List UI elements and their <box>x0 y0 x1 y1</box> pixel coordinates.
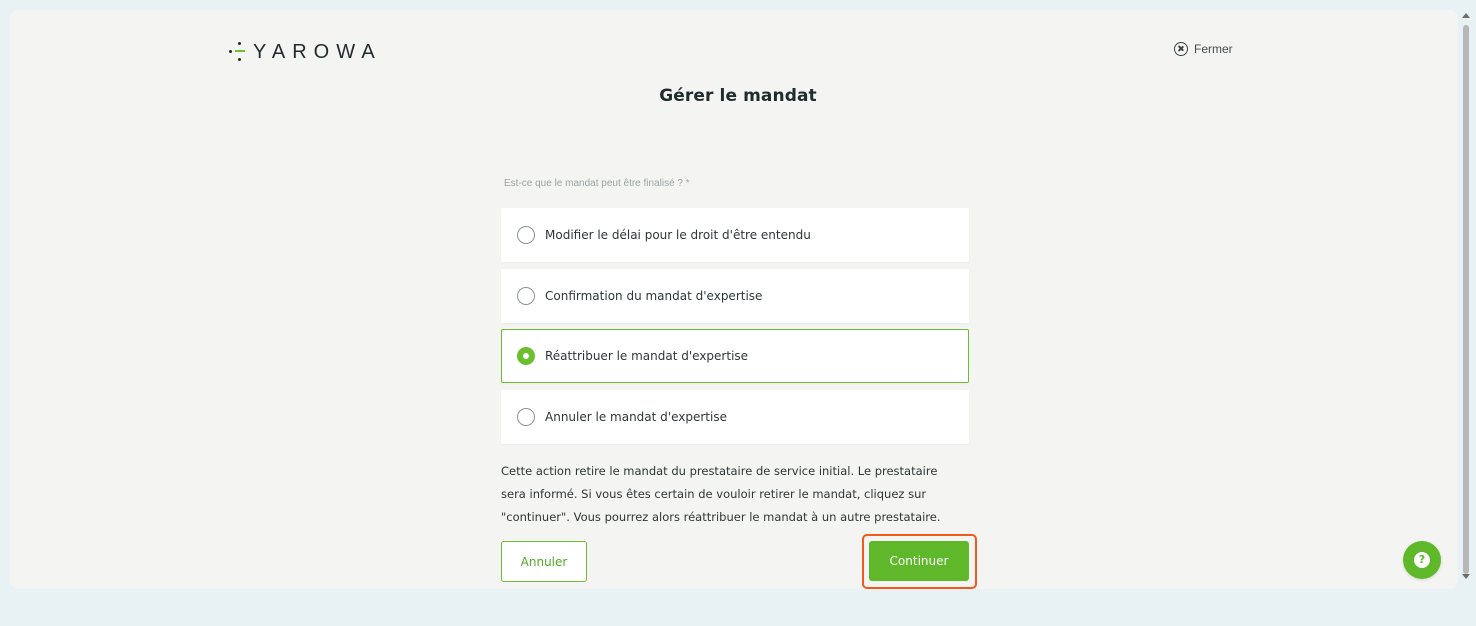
option-label: Réattribuer le mandat d'expertise <box>545 349 749 363</box>
logo-line <box>235 50 245 52</box>
option-reassign-mandate[interactable]: Réattribuer le mandat d'expertise <box>501 329 969 383</box>
yarowa-logo-icon <box>229 42 251 62</box>
option-label: Confirmation du mandat d'expertise <box>545 289 763 303</box>
help-icon: ? <box>1414 552 1430 568</box>
radio-icon[interactable] <box>517 347 535 365</box>
continue-button[interactable]: Continuer <box>869 541 969 581</box>
radio-icon[interactable] <box>517 408 535 426</box>
close-icon <box>1174 42 1188 56</box>
option-modify-deadline[interactable]: Modifier le délai pour le droit d'être e… <box>501 208 969 262</box>
option-label: Modifier le délai pour le droit d'être e… <box>545 228 811 242</box>
scroll-up-icon[interactable] <box>1462 13 1470 18</box>
yarowa-logo: YAROWA <box>229 38 382 66</box>
description-line: "continuer". Vous pourrez alors réattrib… <box>501 510 941 524</box>
description-line: sera informé. Si vous êtes certain de vo… <box>501 487 927 501</box>
scroll-down-icon[interactable] <box>1462 574 1470 579</box>
cancel-button[interactable]: Annuler <box>501 541 587 582</box>
logo-dot <box>238 42 241 45</box>
radio-icon[interactable] <box>517 287 535 305</box>
close-label: Fermer <box>1194 42 1233 56</box>
option-label: Annuler le mandat d'expertise <box>545 410 727 424</box>
close-button[interactable]: Fermer <box>1174 42 1233 56</box>
scroll-thumb[interactable] <box>1463 25 1469 574</box>
logo-dot <box>238 58 241 61</box>
option-confirm-mandate[interactable]: Confirmation du mandat d'expertise <box>501 269 969 323</box>
radio-icon[interactable] <box>517 226 535 244</box>
logo-text: YAROWA <box>253 41 382 63</box>
question-label: Est-ce que le mandat peut être finalisé … <box>504 178 690 189</box>
action-description: Cette action retire le mandat du prestat… <box>501 460 956 529</box>
description-line: Cette action retire le mandat du prestat… <box>501 464 938 478</box>
logo-dot <box>229 50 232 53</box>
option-cancel-mandate[interactable]: Annuler le mandat d'expertise <box>501 390 969 444</box>
page-title: Gérer le mandat <box>659 86 817 106</box>
help-button[interactable]: ? <box>1403 541 1441 579</box>
